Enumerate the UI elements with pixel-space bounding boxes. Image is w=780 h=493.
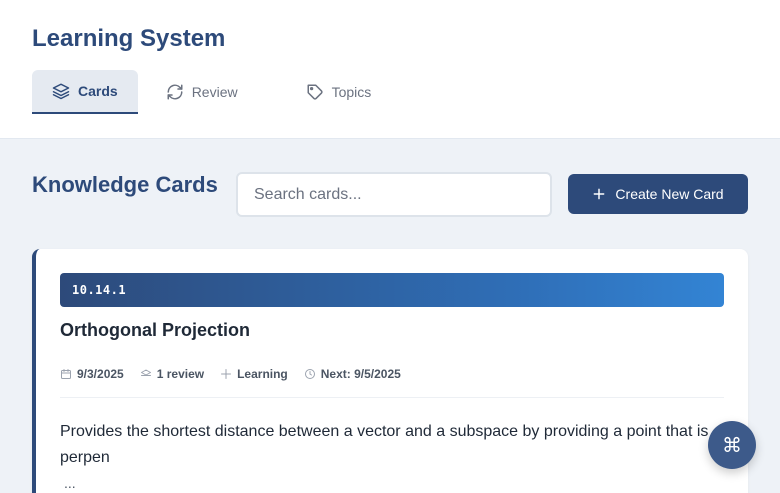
command-button[interactable]: ⌘ [708, 421, 756, 469]
tab-label: Review [191, 84, 238, 100]
tab-label: Cards [78, 83, 118, 99]
meta-reviews-text: 1 review [156, 367, 205, 381]
more-indicator: ... [64, 475, 76, 491]
meta-date: 9/3/2025 [60, 367, 124, 381]
search-input[interactable] [236, 172, 552, 217]
refresh-icon [167, 84, 183, 100]
plus-icon [594, 188, 605, 200]
card-meta: 9/3/2025 1 review Learning Next: 9/5/202… [60, 367, 417, 381]
meta-reviews: 1 review [140, 367, 204, 381]
meta-status: Learning [220, 367, 288, 381]
layers-icon [52, 83, 70, 100]
create-card-button[interactable]: Create New Card [568, 174, 748, 214]
calendar-icon [61, 369, 71, 379]
card-id: 10.14.1 [60, 273, 724, 307]
tab-review[interactable]: Review [138, 70, 258, 114]
meta-next: Next: 9/5/2025 [304, 367, 401, 381]
crosshair-icon [221, 369, 232, 379]
tab-bar: Cards Review Topics [32, 70, 391, 114]
tab-label: Topics [331, 84, 372, 100]
create-card-label: Create New Card [615, 186, 724, 202]
tag-icon [307, 84, 323, 100]
section-title: Knowledge Cards [32, 172, 218, 197]
app-header: Learning System Cards Review Topics [0, 0, 780, 139]
card-description: Provides the shortest distance between a… [60, 423, 709, 466]
stack-icon [140, 369, 151, 376]
clock-icon [304, 369, 315, 379]
card-title: Orthogonal Projection [60, 320, 251, 340]
app-title: Learning System [32, 25, 226, 52]
tab-topics[interactable]: Topics [258, 70, 392, 114]
meta-next-text: Next: 9/5/2025 [320, 367, 401, 381]
knowledge-card[interactable]: 10.14.1 Orthogonal Projection 9/3/2025 1… [32, 249, 748, 493]
divider [60, 397, 724, 398]
tab-cards[interactable]: Cards [32, 70, 138, 114]
meta-date-text: 9/3/2025 [77, 367, 124, 381]
meta-status-text: Learning [237, 367, 288, 381]
